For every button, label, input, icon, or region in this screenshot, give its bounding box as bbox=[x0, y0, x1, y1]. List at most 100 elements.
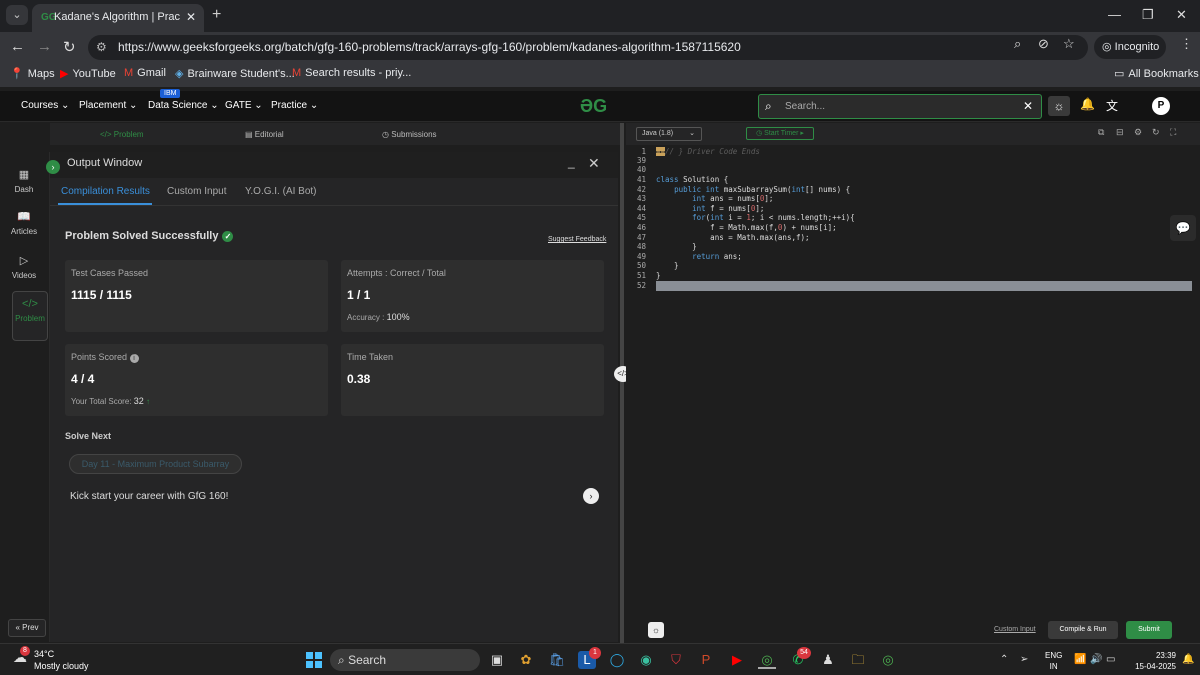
edge-icon[interactable]: ◉ bbox=[637, 651, 655, 669]
start-timer-button[interactable]: ◷ Start Timer ▸ bbox=[746, 127, 814, 140]
system-clock[interactable]: 23:39 15-04-2025 bbox=[1128, 650, 1176, 672]
chevron-right-icon[interactable]: › bbox=[583, 488, 599, 504]
output-tabs: Compilation Results Custom Input Y.O.G.I… bbox=[50, 178, 618, 206]
code-line: ▭▭// } Driver Code Ends bbox=[656, 147, 760, 156]
new-tab-icon[interactable]: + bbox=[212, 6, 221, 24]
info-icon[interactable]: i bbox=[129, 354, 139, 363]
reload-icon[interactable]: ↻ bbox=[63, 38, 76, 56]
url-text[interactable]: https://www.geeksforgeeks.org/batch/gfg-… bbox=[118, 40, 741, 54]
next-problem-link[interactable]: Day 11 - Maximum Product Subarray bbox=[69, 454, 242, 474]
menu-courses[interactable]: Courses ⌄ bbox=[21, 100, 69, 111]
youtube-app-icon[interactable]: ▶ bbox=[728, 651, 746, 669]
task-view-icon[interactable]: ▣ bbox=[488, 651, 506, 669]
tab-search-dropdown-icon[interactable]: ⌄ bbox=[6, 5, 28, 25]
bookmark-search-results[interactable]: M Search results - priy... bbox=[292, 67, 411, 79]
input-language[interactable]: ENG IN bbox=[1045, 650, 1062, 672]
sidebar-item-problem[interactable]: </> Problem bbox=[12, 291, 48, 341]
minimize-window-icon[interactable]: — bbox=[1108, 7, 1121, 22]
windows-start-icon[interactable] bbox=[306, 652, 322, 668]
panel-splitter[interactable] bbox=[620, 123, 624, 643]
restore-window-icon[interactable]: ❐ bbox=[1142, 7, 1154, 23]
sidebar-item-articles[interactable]: 📖 Articles bbox=[0, 210, 48, 236]
zoom-icon[interactable]: ⌕ bbox=[1014, 36, 1021, 52]
site-info-icon[interactable]: ⚙ bbox=[96, 40, 107, 54]
close-window-icon[interactable]: ✕ bbox=[1176, 7, 1187, 23]
card-value: 4 / 4 bbox=[71, 372, 95, 386]
copilot-icon[interactable]: ✿ bbox=[517, 651, 535, 669]
sidebar-item-videos[interactable]: ▷ Videos bbox=[0, 254, 48, 280]
notifications-icon[interactable]: 🔔 bbox=[1182, 654, 1194, 665]
copy-icon[interactable]: ⧉ bbox=[1098, 127, 1104, 138]
menu-practice[interactable]: Practice ⌄ bbox=[271, 100, 318, 111]
sidebar-item-label: Problem bbox=[15, 314, 45, 323]
mcafee-icon[interactable]: ⛉ bbox=[667, 651, 685, 669]
address-bar[interactable]: ⚙ https://www.geeksforgeeks.org/batch/gf… bbox=[88, 35, 1088, 60]
tab-problem[interactable]: </> Problem bbox=[100, 130, 144, 139]
chevron-up-icon[interactable]: ⌃ bbox=[1000, 654, 1008, 665]
chat-icon[interactable]: 💬 bbox=[1170, 215, 1196, 241]
menu-data-science[interactable]: Data Science ⌄ bbox=[148, 100, 219, 111]
browser-tab-active[interactable]: GG Kadane's Algorithm | Practice | G ✕ bbox=[32, 4, 204, 32]
chrome-profile-icon[interactable]: ◎ bbox=[879, 651, 897, 669]
store-icon[interactable]: 🛍 bbox=[548, 651, 566, 669]
language-select[interactable]: Java (1.8) ⌄ bbox=[636, 127, 702, 141]
menu-label: Practice bbox=[271, 100, 308, 111]
clear-search-icon[interactable]: ✕ bbox=[1023, 99, 1033, 113]
bookmark-brainware[interactable]: ◈ Brainware Student's... bbox=[175, 67, 295, 80]
file-explorer-icon[interactable]: 🗀 bbox=[849, 651, 867, 669]
tab-editorial[interactable]: ▤ Editorial bbox=[245, 130, 284, 139]
accuracy-value: 100% bbox=[386, 312, 410, 322]
cortana-icon[interactable]: ◯ bbox=[608, 651, 626, 669]
more-menu-icon[interactable]: ⋮ bbox=[1180, 36, 1193, 52]
menu-gate[interactable]: GATE ⌄ bbox=[225, 100, 263, 111]
theme-sun-icon[interactable]: ☼ bbox=[648, 622, 664, 638]
card-label: Test Cases Passed bbox=[71, 268, 149, 278]
code-line: } bbox=[656, 271, 661, 280]
bookmark-maps[interactable]: 📍 Maps bbox=[10, 67, 55, 80]
custom-input-link[interactable]: Custom Input bbox=[994, 626, 1036, 633]
prev-button[interactable]: « Prev bbox=[8, 619, 46, 637]
tab-yogi-ai-bot[interactable]: Y.O.G.I. (AI Bot) bbox=[245, 186, 317, 197]
tab-compilation-results[interactable]: Compilation Results bbox=[61, 186, 150, 197]
fullscreen-icon[interactable]: ⛶ bbox=[1170, 127, 1176, 138]
chrome-icon[interactable]: ◎ bbox=[758, 651, 776, 669]
all-bookmarks[interactable]: ▭ All Bookmarks bbox=[1114, 67, 1199, 80]
gmail-icon: M bbox=[292, 67, 302, 79]
back-arrow-icon[interactable]: ← bbox=[10, 38, 25, 55]
tab-submissions[interactable]: ◷ Submissions bbox=[382, 130, 437, 139]
close-tab-icon[interactable]: ✕ bbox=[186, 10, 196, 24]
volume-icon[interactable]: 🔊 bbox=[1090, 654, 1102, 665]
gfg-logo[interactable]: ƏG bbox=[580, 96, 607, 117]
submit-button[interactable]: Submit bbox=[1126, 621, 1172, 639]
send-icon[interactable]: ➢ bbox=[1020, 654, 1028, 665]
powerpoint-icon[interactable]: P bbox=[697, 651, 715, 669]
theme-toggle-icon[interactable]: ☼ bbox=[1048, 96, 1070, 116]
format-icon[interactable]: ⊟ bbox=[1116, 127, 1124, 138]
bookmark-youtube[interactable]: ▶ YouTube bbox=[60, 67, 116, 80]
bookmark-gmail[interactable]: M Gmail bbox=[124, 67, 166, 79]
chess-icon[interactable]: ♟ bbox=[819, 651, 837, 669]
minimize-icon[interactable]: _ bbox=[568, 155, 575, 169]
avatar[interactable]: P bbox=[1152, 97, 1170, 115]
close-icon[interactable]: ✕ bbox=[588, 155, 600, 172]
sidebar-item-dash[interactable]: ▦ Dash bbox=[0, 168, 48, 194]
forward-arrow-icon[interactable]: → bbox=[37, 38, 52, 55]
compile-run-button[interactable]: Compile & Run bbox=[1048, 621, 1118, 639]
menu-placement[interactable]: Placement ⌄ bbox=[79, 100, 137, 111]
reset-icon[interactable]: ↻ bbox=[1152, 127, 1160, 138]
battery-icon[interactable]: ▭ bbox=[1106, 654, 1115, 665]
chevron-right-icon[interactable]: › bbox=[46, 160, 60, 174]
wifi-icon[interactable]: 📶 bbox=[1074, 654, 1086, 665]
tracking-protection-icon[interactable]: ⊘ bbox=[1038, 36, 1049, 52]
suggest-feedback-link[interactable]: Suggest Feedback bbox=[548, 236, 606, 243]
notification-bell-icon[interactable]: 🔔 bbox=[1080, 97, 1095, 111]
translate-icon[interactable]: 文 bbox=[1106, 97, 1118, 114]
card-label: Points Scored i bbox=[71, 352, 139, 363]
taskbar-search[interactable]: ⌕ Search bbox=[330, 649, 480, 671]
site-search-box[interactable]: ⌕ Search... ✕ bbox=[758, 94, 1042, 119]
incognito-indicator[interactable]: ◎ Incognito bbox=[1094, 35, 1166, 59]
tab-custom-input[interactable]: Custom Input bbox=[167, 186, 226, 197]
settings-icon[interactable]: ⚙ bbox=[1134, 127, 1142, 138]
code-editor[interactable]: 1 39 40 41 42 43 44 45 46 47 48 49 50 51… bbox=[626, 145, 1200, 615]
bookmark-star-icon[interactable]: ☆ bbox=[1063, 36, 1075, 52]
